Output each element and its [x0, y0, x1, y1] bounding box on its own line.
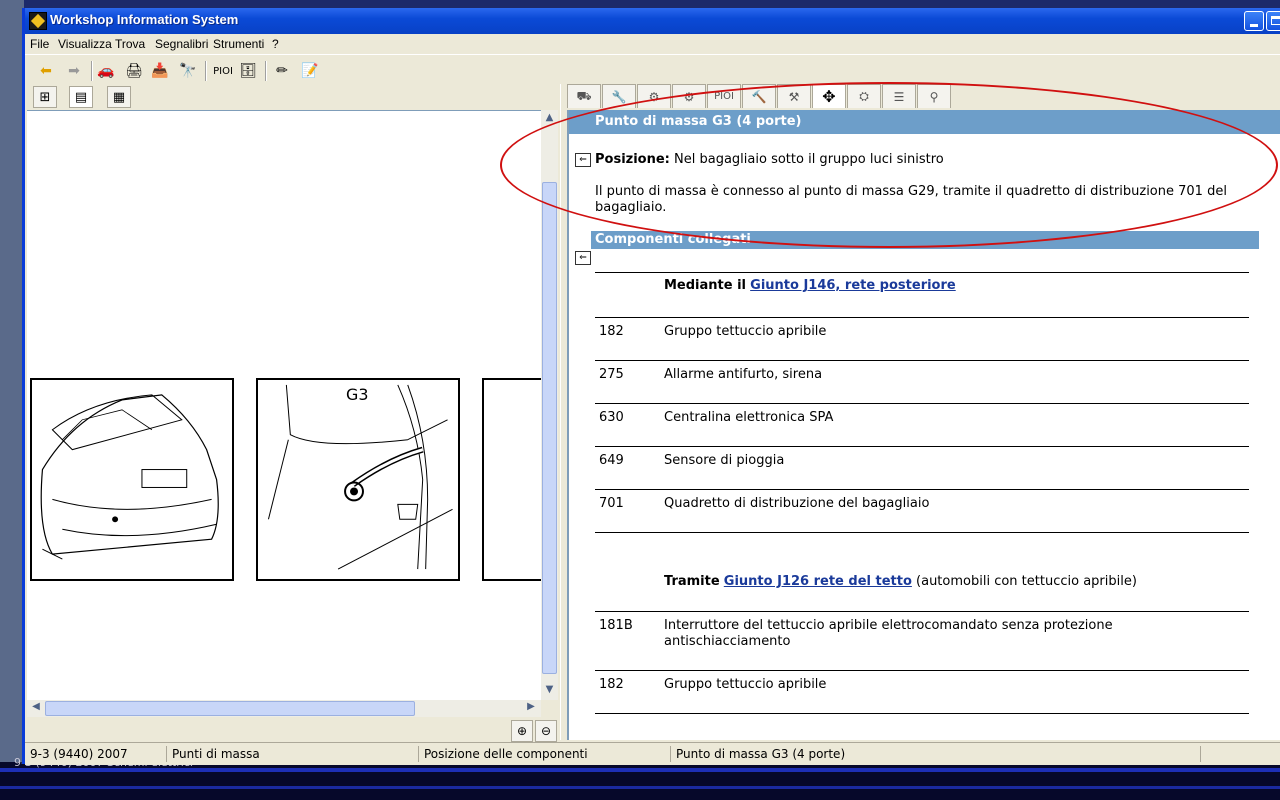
tab-document[interactable]: ▤	[69, 86, 93, 108]
menu-help[interactable]: ?	[272, 37, 279, 51]
row-desc: Gruppo tettuccio apribile	[664, 324, 827, 339]
tab-tree[interactable]: ⊞	[33, 86, 57, 108]
row-code: 630	[599, 410, 624, 425]
status-mode: Punti di massa	[169, 746, 419, 762]
row-desc: Sensore di pioggia	[664, 453, 785, 468]
partial-illustration	[482, 378, 542, 581]
scroll-up-icon[interactable]: ▲	[542, 112, 557, 128]
window-title: Workshop Information System	[50, 12, 239, 27]
tab-tool-icon[interactable]: 🔨	[742, 84, 776, 108]
menu-strumenti[interactable]: Strumenti	[213, 37, 264, 51]
desktop-background	[0, 0, 24, 800]
app-icon	[29, 12, 47, 30]
edit-note-icon[interactable]: 📝	[299, 60, 321, 82]
document-title: Punto di massa G3 (4 porte)	[569, 110, 1280, 134]
print-icon[interactable]: 🖨	[123, 60, 145, 82]
binoculars-icon[interactable]: 🔭	[177, 60, 199, 82]
group1-link[interactable]: Giunto J146, rete posteriore	[750, 278, 956, 293]
row-desc: Centralina elettronica SPA	[664, 410, 834, 425]
tab-gear-icon[interactable]: ⚙	[672, 84, 706, 108]
ground-note: Il punto di massa è connesso al punto di…	[595, 184, 1227, 215]
tab-pioi[interactable]: PIOI	[707, 84, 741, 108]
position-line: Posizione: Nel bagagliaio sotto il grupp…	[595, 152, 944, 167]
scroll-thumb[interactable]	[542, 182, 557, 674]
tool-stack-icon[interactable]: 🗄	[237, 60, 259, 82]
section-title: Componenti collegati	[591, 231, 1259, 249]
position-label: Posizione:	[595, 152, 670, 167]
tab-component-icon[interactable]: ⛭	[847, 84, 881, 108]
scroll-down-icon[interactable]: ▼	[542, 684, 557, 700]
tab-engine-icon[interactable]: ⚙	[637, 84, 671, 108]
status-view: Posizione delle componenti	[421, 746, 671, 762]
highlighter-icon[interactable]: ✏	[271, 60, 293, 82]
row-code: 182	[599, 677, 624, 692]
title-bar[interactable]: Workshop Information System	[25, 8, 1280, 34]
zoom-out-icon[interactable]: ⊖	[535, 720, 557, 742]
left-pane-tabs: ⊞ ▤ ▦	[25, 84, 565, 110]
ground-point-illustration: G3	[256, 378, 460, 581]
back-link-icon-2[interactable]: ⇐	[575, 251, 591, 265]
hscroll-thumb[interactable]	[45, 701, 415, 716]
row-desc: Allarme antifurto, sirena	[664, 367, 823, 382]
tab-list-icon[interactable]: ☰	[882, 84, 916, 108]
minimize-button[interactable]	[1244, 11, 1264, 31]
row-code: 182	[599, 324, 624, 339]
back-link-icon[interactable]: ⇐	[575, 153, 591, 167]
car-rear-illustration	[30, 378, 234, 581]
menu-file[interactable]: File	[30, 37, 49, 51]
forward-arrow-icon[interactable]: ➡	[63, 60, 85, 82]
group2-heading: Tramite Giunto J126 rete del tetto (auto…	[664, 574, 1137, 589]
tab-connector-icon[interactable]: ⚲	[917, 84, 951, 108]
document-tabs: ⛟ 🔧 ⚙ ⚙ PIOI 🔨 ⚒ ✥ ⛭ ☰ ⚲	[567, 84, 1280, 110]
row-desc: Gruppo tettuccio apribile	[664, 677, 827, 692]
tab-car-icon[interactable]: ⛟	[567, 84, 601, 108]
row-desc: Interruttore del tettuccio apribile elet…	[664, 618, 1113, 649]
car-icon[interactable]: 🚗	[95, 60, 117, 82]
group2-link[interactable]: Giunto J126 rete del tetto	[724, 574, 912, 589]
row-code: 701	[599, 496, 624, 511]
zoom-controls: ⊕ ⊖	[509, 720, 557, 742]
main-window: Workshop Information System File Visuali…	[22, 8, 1280, 765]
tab-image[interactable]: ▦	[107, 86, 131, 108]
image-viewer[interactable]: G3	[27, 110, 542, 701]
maximize-button[interactable]	[1266, 11, 1280, 31]
status-document: Punto di massa G3 (4 porte)	[673, 746, 1201, 762]
menu-trova[interactable]: Trova	[115, 37, 145, 51]
download-icon[interactable]: 📥	[149, 60, 171, 82]
position-value: Nel bagagliaio sotto il gruppo luci sini…	[674, 152, 944, 167]
status-model: 9-3 (9440) 2007	[27, 746, 167, 762]
zoom-in-icon[interactable]: ⊕	[511, 720, 533, 742]
back-arrow-icon[interactable]: ⬅	[35, 60, 57, 82]
row-code: 275	[599, 367, 624, 382]
tab-parts-icon[interactable]: ⚒	[777, 84, 811, 108]
tab-move-icon[interactable]: ✥	[812, 84, 846, 108]
figure-label: G3	[346, 385, 368, 404]
menu-visualizza[interactable]: Visualizza	[58, 37, 112, 51]
scroll-left-icon[interactable]: ◀	[28, 701, 44, 716]
menu-segnalibri[interactable]: Segnalibri	[155, 37, 208, 51]
vertical-scrollbar[interactable]: ▲ ▼	[541, 110, 558, 700]
row-code: 181B	[599, 618, 633, 633]
row-code: 649	[599, 453, 624, 468]
tab-wrench-icon[interactable]: 🔧	[602, 84, 636, 108]
row-desc: Quadretto di distribuzione del bagagliai…	[664, 496, 930, 511]
pioi-button[interactable]: PIOI	[209, 60, 237, 82]
document-pane: Punto di massa G3 (4 porte) ⇐ Posizione:…	[567, 110, 1280, 740]
horizontal-scrollbar[interactable]: ◀ ▶	[27, 700, 541, 717]
group1-heading: Mediante il Giunto J146, rete posteriore	[664, 278, 956, 293]
toolbar: ⬅ ➡ 🚗 🖨 📥 🔭 PIOI 🗄 ✏ 📝	[25, 54, 1280, 85]
menu-bar: File Visualizza Trova Segnalibri Strumen…	[25, 34, 1280, 54]
scroll-right-icon[interactable]: ▶	[523, 701, 539, 716]
status-bar: 9-3 (9440) 2007 Punti di massa Posizione…	[25, 742, 1280, 765]
